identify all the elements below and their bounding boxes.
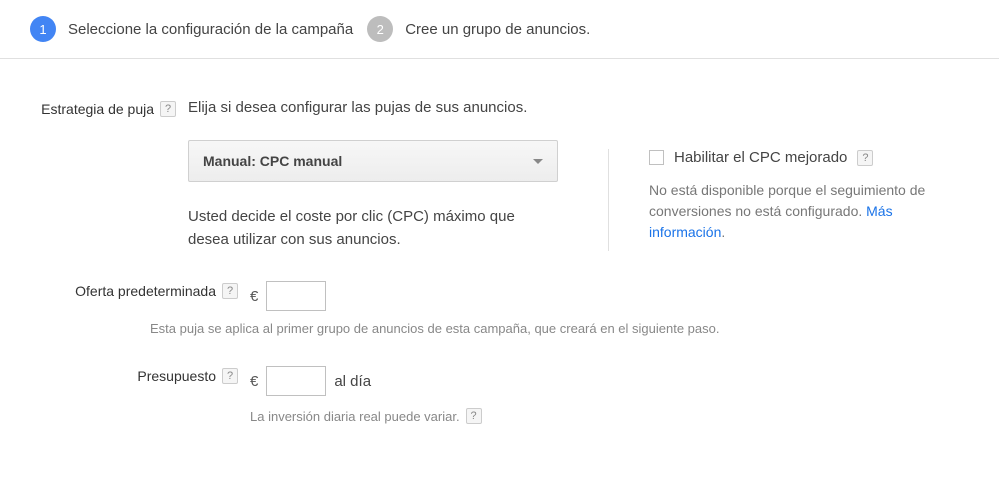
vertical-separator xyxy=(608,149,609,251)
enhanced-cpc-label: Habilitar el CPC mejorado xyxy=(674,149,847,166)
budget-input-row: € al día xyxy=(250,366,969,396)
step-2-label: Cree un grupo de anuncios. xyxy=(405,21,590,38)
step-1-badge: 1 xyxy=(30,16,56,42)
default-bid-helper: Esta puja se aplica al primer grupo de a… xyxy=(150,321,969,336)
budget-label: Presupuesto xyxy=(137,368,216,384)
enhanced-cpc-checkbox[interactable] xyxy=(649,150,664,165)
budget-field: € al día La inversión diaria real puede … xyxy=(250,366,969,424)
step-2[interactable]: 2 Cree un grupo de anuncios. xyxy=(367,16,590,42)
bidding-prompt: Elija si desea configurar las pujas de s… xyxy=(188,99,568,116)
bidding-left: Elija si desea configurar las pujas de s… xyxy=(188,99,568,251)
help-icon[interactable]: ? xyxy=(857,150,873,166)
default-bid-label-col: Oferta predeterminada ? xyxy=(30,281,250,299)
bidding-description: Usted decide el coste por clic (CPC) máx… xyxy=(188,206,558,251)
default-bid-input[interactable] xyxy=(266,281,326,311)
enhanced-cpc-disabled-text: No está disponible porque el seguimiento… xyxy=(649,180,969,243)
bidding-strategy-label: Estrategia de puja xyxy=(41,101,154,117)
help-icon[interactable]: ? xyxy=(466,408,482,424)
default-bid-field: € xyxy=(250,281,969,311)
chevron-down-icon xyxy=(533,159,543,164)
bidding-dropdown[interactable]: Manual: CPC manual xyxy=(188,140,558,182)
currency-symbol: € xyxy=(250,373,258,390)
budget-label-col: Presupuesto ? xyxy=(30,366,250,384)
form-content: Estrategia de puja ? Elija si desea conf… xyxy=(0,59,999,458)
help-icon[interactable]: ? xyxy=(160,101,176,117)
currency-symbol: € xyxy=(250,288,258,305)
row-bidding-strategy: Estrategia de puja ? Elija si desea conf… xyxy=(30,99,969,251)
bidding-right: Habilitar el CPC mejorado ? No está disp… xyxy=(649,99,969,243)
default-bid-label: Oferta predeterminada xyxy=(75,283,216,299)
row-budget: Presupuesto ? € al día La inversión diar… xyxy=(30,366,969,424)
step-1-label: Seleccione la configuración de la campañ… xyxy=(68,21,353,38)
bidding-strategy-label-col: Estrategia de puja ? xyxy=(30,99,188,117)
budget-per-day: al día xyxy=(334,373,371,390)
enhanced-cpc-row: Habilitar el CPC mejorado ? xyxy=(649,149,969,166)
step-2-badge: 2 xyxy=(367,16,393,42)
budget-helper: La inversión diaria real puede variar. xyxy=(250,409,460,424)
help-icon[interactable]: ? xyxy=(222,368,238,384)
help-icon[interactable]: ? xyxy=(222,283,238,299)
row-default-bid: Oferta predeterminada ? € xyxy=(30,281,969,311)
step-1[interactable]: 1 Seleccione la configuración de la camp… xyxy=(30,16,353,42)
budget-helper-row: La inversión diaria real puede variar. ? xyxy=(250,408,969,424)
bidding-section: Elija si desea configurar las pujas de s… xyxy=(188,99,969,251)
stepper: 1 Seleccione la configuración de la camp… xyxy=(0,0,999,59)
bidding-dropdown-value: Manual: CPC manual xyxy=(203,153,342,169)
default-bid-input-row: € xyxy=(250,281,969,311)
bidding-strategy-field: Elija si desea configurar las pujas de s… xyxy=(188,99,969,251)
budget-input[interactable] xyxy=(266,366,326,396)
